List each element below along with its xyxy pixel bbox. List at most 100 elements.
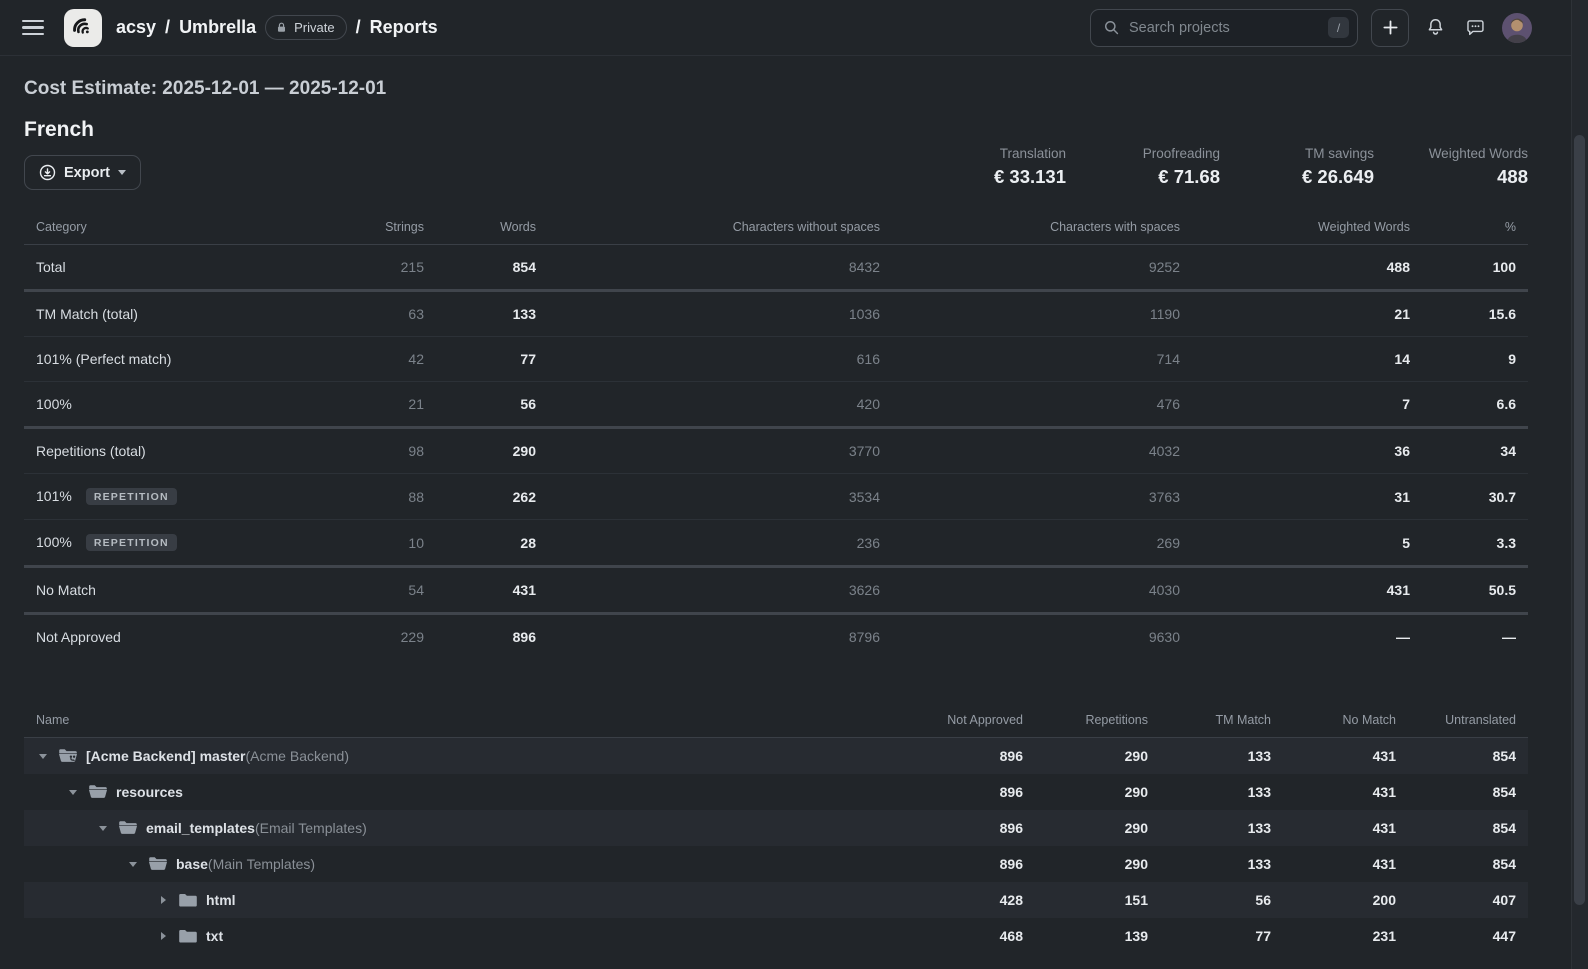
tree-name-cell: resources xyxy=(24,774,900,810)
row-category: Repetitions (total) xyxy=(24,428,344,474)
cell-chars-no-spaces: 3626 xyxy=(548,567,892,614)
table-row: 101% (Perfect match) 42 77 616 714 14 9 xyxy=(24,337,1528,382)
col-untranslated: Untranslated xyxy=(1408,703,1528,738)
expand-icon[interactable] xyxy=(156,896,170,904)
stat-weighted-words: Weighted Words 488 xyxy=(1388,146,1528,188)
collapse-icon[interactable] xyxy=(66,790,80,795)
tree-row-folder[interactable]: base(Main Templates) 896 290 133 431 854 xyxy=(24,846,1528,882)
cell-repetitions: 290 xyxy=(1035,774,1160,810)
app-logo-icon[interactable] xyxy=(64,9,102,47)
category-label: 100% xyxy=(36,534,72,550)
col-tm-match: TM Match xyxy=(1160,703,1283,738)
chevron-down-icon xyxy=(118,170,126,175)
cell-chars-spaces: 4030 xyxy=(892,567,1192,614)
cell-words: 56 xyxy=(436,382,548,428)
cell-strings: 215 xyxy=(344,245,436,291)
stat-value: € 26.649 xyxy=(1234,166,1374,188)
cell-weighted: 36 xyxy=(1192,428,1422,474)
file-table-header-row: Name Not Approved Repetitions TM Match N… xyxy=(24,703,1528,738)
tree-name-cell: html xyxy=(24,882,900,918)
cell-words: 290 xyxy=(436,428,548,474)
cell-no-match: 431 xyxy=(1283,846,1408,882)
notifications-button[interactable] xyxy=(1422,14,1449,41)
cell-weighted: 14 xyxy=(1192,337,1422,382)
row-category: Not Approved xyxy=(24,614,344,660)
cell-untranslated: 854 xyxy=(1408,810,1528,846)
breadcrumb-section[interactable]: Reports xyxy=(370,17,438,38)
export-button[interactable]: Export xyxy=(24,155,141,190)
expand-icon[interactable] xyxy=(156,932,170,940)
tree-row-branch[interactable]: [Acme Backend] master(Acme Backend) 896 … xyxy=(24,738,1528,775)
breadcrumb-project[interactable]: Umbrella xyxy=(179,17,256,38)
cell-chars-spaces: 3763 xyxy=(892,474,1192,520)
cell-strings: 10 xyxy=(344,520,436,567)
scrollbar-track[interactable] xyxy=(1571,0,1588,969)
stat-value: € 33.131 xyxy=(926,166,1066,188)
cell-percent: 3.3 xyxy=(1422,520,1528,567)
cell-percent: — xyxy=(1422,614,1528,660)
col-chars-with-spaces: Characters with spaces xyxy=(892,210,1192,245)
download-icon xyxy=(39,164,56,181)
tree-row-folder[interactable]: txt 468 139 77 231 447 xyxy=(24,918,1528,954)
stat-tm-savings: TM savings € 26.649 xyxy=(1234,146,1374,188)
collapse-icon[interactable] xyxy=(96,826,110,831)
cell-repetitions: 139 xyxy=(1035,918,1160,954)
folder-open-icon xyxy=(148,856,168,872)
cell-chars-no-spaces: 3534 xyxy=(548,474,892,520)
cell-chars-no-spaces: 1036 xyxy=(548,291,892,337)
cell-strings: 98 xyxy=(344,428,436,474)
stat-value: 488 xyxy=(1388,166,1528,188)
scrollbar-thumb[interactable] xyxy=(1574,135,1585,905)
cell-percent: 34 xyxy=(1422,428,1528,474)
cell-tm-match: 133 xyxy=(1160,774,1283,810)
tree-name-cell: email_templates(Email Templates) xyxy=(24,810,900,846)
cell-untranslated: 407 xyxy=(1408,882,1528,918)
col-category: Category xyxy=(24,210,344,245)
file-name: resources xyxy=(116,784,183,800)
cell-weighted: 31 xyxy=(1192,474,1422,520)
col-name: Name xyxy=(24,703,900,738)
cell-chars-no-spaces: 3770 xyxy=(548,428,892,474)
table-row: Total 215 854 8432 9252 488 100 xyxy=(24,245,1528,291)
cell-strings: 88 xyxy=(344,474,436,520)
cell-chars-spaces: 1190 xyxy=(892,291,1192,337)
stat-translation: Translation € 33.131 xyxy=(926,146,1066,188)
file-title: (Acme Backend) xyxy=(246,748,349,764)
chat-icon xyxy=(1465,17,1486,38)
plus-icon xyxy=(1382,19,1399,36)
table-row: 100% 21 56 420 476 7 6.6 xyxy=(24,382,1528,428)
summary-stats: Translation € 33.131 Proofreading € 71.6… xyxy=(926,146,1528,190)
cell-tm-match: 133 xyxy=(1160,846,1283,882)
cell-chars-no-spaces: 236 xyxy=(548,520,892,567)
cell-no-match: 200 xyxy=(1283,882,1408,918)
breadcrumb-org[interactable]: acsy xyxy=(116,17,156,38)
tree-row-folder[interactable]: email_templates(Email Templates) 896 290… xyxy=(24,810,1528,846)
collapse-icon[interactable] xyxy=(126,862,140,867)
row-category: 100%REPETITION xyxy=(24,520,344,567)
cell-strings: 229 xyxy=(344,614,436,660)
tree-row-folder[interactable]: html 428 151 56 200 407 xyxy=(24,882,1528,918)
search-input[interactable] xyxy=(1129,20,1319,36)
menu-icon[interactable] xyxy=(22,20,44,36)
cell-not-approved: 468 xyxy=(900,918,1035,954)
cell-chars-no-spaces: 8432 xyxy=(548,245,892,291)
create-button[interactable] xyxy=(1371,9,1409,47)
cell-not-approved: 428 xyxy=(900,882,1035,918)
cell-chars-spaces: 9630 xyxy=(892,614,1192,660)
collapse-icon[interactable] xyxy=(36,754,50,759)
tree-row-folder[interactable]: resources 896 290 133 431 854 xyxy=(24,774,1528,810)
cell-weighted: 431 xyxy=(1192,567,1422,614)
cell-words: 431 xyxy=(436,567,548,614)
cell-chars-spaces: 4032 xyxy=(892,428,1192,474)
repetition-badge: REPETITION xyxy=(86,488,177,505)
messages-button[interactable] xyxy=(1462,14,1489,41)
breadcrumb-separator: / xyxy=(356,17,361,38)
cell-not-approved: 896 xyxy=(900,774,1035,810)
table-row: No Match 54 431 3626 4030 431 50.5 xyxy=(24,567,1528,614)
cell-untranslated: 854 xyxy=(1408,774,1528,810)
cell-chars-no-spaces: 420 xyxy=(548,382,892,428)
col-percent: % xyxy=(1422,210,1528,245)
stat-label: Translation xyxy=(926,146,1066,161)
user-avatar[interactable] xyxy=(1502,13,1532,43)
cell-chars-spaces: 476 xyxy=(892,382,1192,428)
